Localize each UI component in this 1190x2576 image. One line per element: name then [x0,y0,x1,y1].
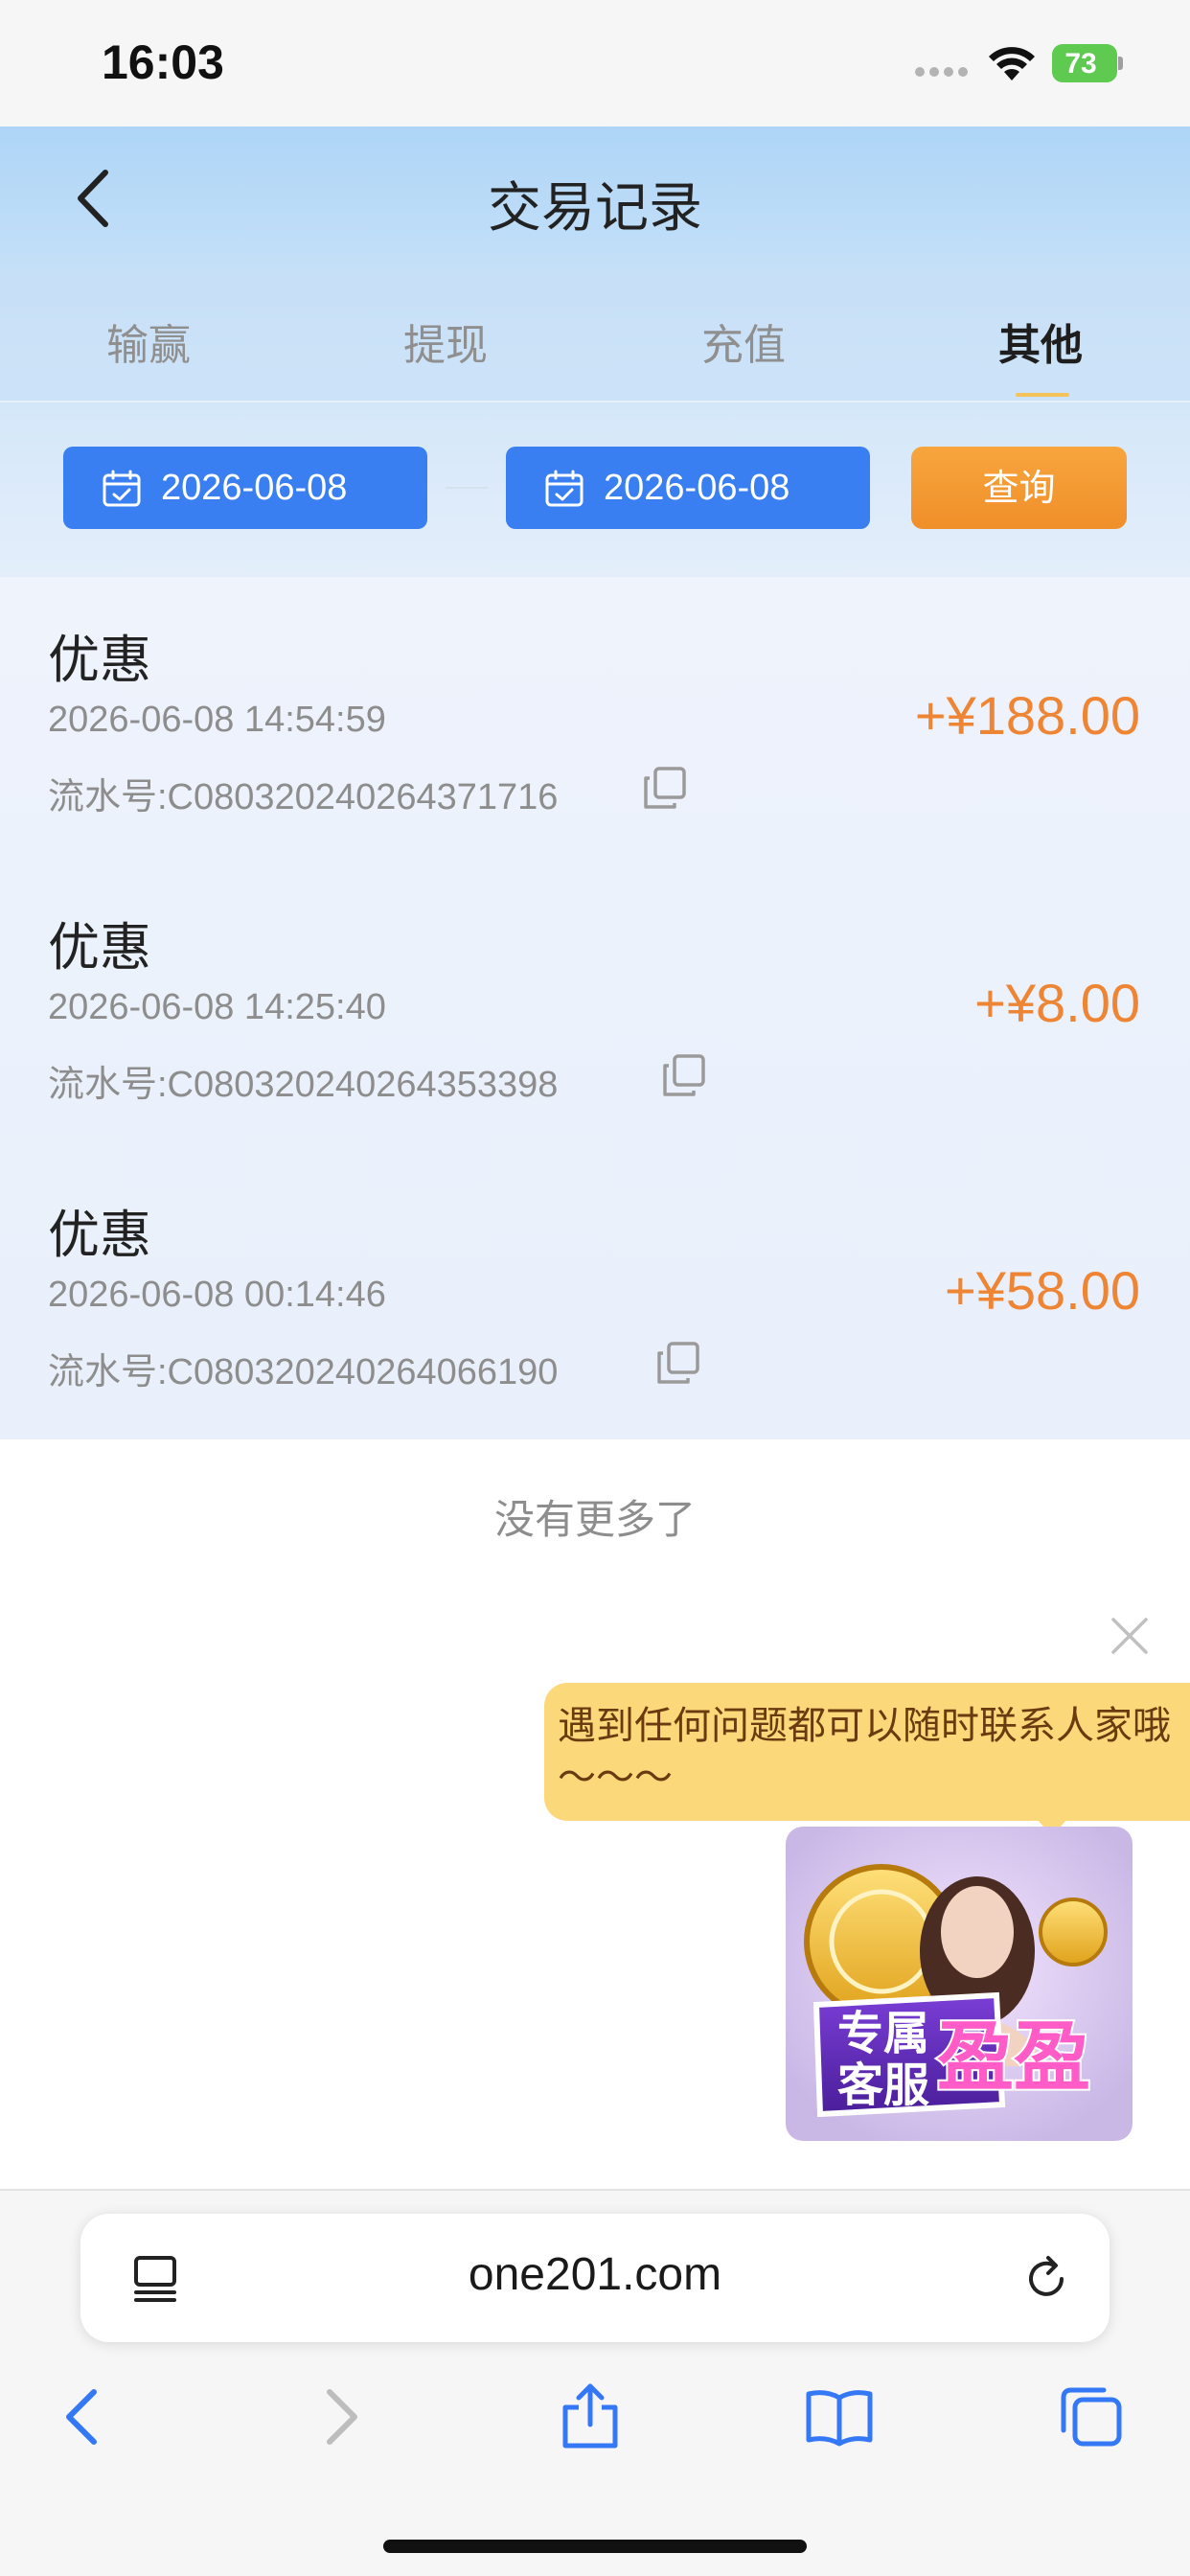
browser-forward-icon[interactable] [305,2382,374,2451]
end-date-value: 2026-06-08 [604,468,790,508]
list-item[interactable]: 优惠 2026-06-08 14:25:40 流水号:C080320240264… [0,864,1190,1152]
page: 16:03 73 交易记录 输赢 提现 充值 其他 2026-06-08 202… [0,0,1190,2576]
address-bar[interactable]: one201.com [80,2214,1110,2342]
tab-active-indicator [1016,393,1069,397]
record-serial: 流水号:C080320240264371716 [48,777,559,817]
query-button[interactable]: 查询 [911,447,1127,529]
record-time: 2026-06-08 00:14:46 [48,1275,386,1315]
record-time: 2026-06-08 14:25:40 [48,987,386,1027]
battery-level: 73 [1064,48,1097,80]
badge-text-line2: 客服 [837,2058,929,2112]
battery-icon: 73 [1052,44,1123,82]
copy-icon[interactable] [655,1340,701,1386]
browser-toolbar: one201.com [0,2189,1190,2576]
reload-icon[interactable] [1019,2252,1073,2306]
tab-other[interactable]: 其他 [897,310,1184,372]
record-amount: +¥58.00 [945,1260,1140,1321]
tab-withdraw[interactable]: 提现 [302,310,589,372]
browser-back-icon[interactable] [50,2382,119,2451]
record-time: 2026-06-08 14:54:59 [48,700,386,740]
share-icon[interactable] [556,2382,625,2451]
start-date-button[interactable]: 2026-06-08 [63,447,427,529]
end-of-list-text: 没有更多了 [493,1496,696,1543]
badge-text-line1: 专属 [837,2007,929,2060]
header: 交易记录 输赢 提现 充值 其他 2026-06-08 2026-06-08 查… [0,126,1190,577]
bookmarks-icon[interactable] [805,2382,874,2451]
tab-bar: 输赢 提现 充值 其他 [0,268,1190,402]
home-indicator [383,2540,807,2553]
record-serial: 流水号:C080320240264066190 [48,1352,559,1392]
record-serial: 流水号:C080320240264353398 [48,1065,559,1105]
record-list: 优惠 2026-06-08 14:54:59 流水号:C080320240264… [0,577,1190,1439]
cellular-signal-icon [915,67,973,79]
record-title: 优惠 [48,917,151,978]
calendar-icon [103,470,141,507]
start-date-value: 2026-06-08 [161,468,348,508]
calendar-icon [545,470,584,507]
copy-icon[interactable] [661,1052,707,1098]
list-item[interactable]: 优惠 2026-06-08 00:14:46 流水号:C080320240264… [0,1152,1190,1439]
record-title: 优惠 [48,1205,151,1265]
page-title: 交易记录 [488,177,702,240]
date-range-separator [446,487,488,489]
status-time: 16:03 [102,35,224,89]
agent-name: 盈盈 [937,2012,1090,2102]
copy-icon[interactable] [642,765,688,811]
record-title: 优惠 [48,630,151,690]
nav-bar: 交易记录 [0,126,1190,268]
close-icon[interactable] [1110,1616,1150,1656]
tab-win-loss[interactable]: 输赢 [5,310,292,372]
status-bar: 16:03 73 [0,0,1190,126]
tab-deposit[interactable]: 充值 [600,310,887,372]
customer-service-agent-badge[interactable]: 专属 客服 盈盈 [786,1827,1133,2141]
record-amount: +¥8.00 [974,973,1140,1033]
tabs-icon[interactable] [1056,2382,1125,2451]
list-item[interactable]: 优惠 2026-06-08 14:54:59 流水号:C080320240264… [0,577,1190,864]
wifi-icon [989,47,1035,80]
support-message-bubble[interactable]: 遇到任何问题都可以随时联系人家哦～～～ [544,1683,1190,1821]
date-filter: 2026-06-08 2026-06-08 查询 [0,402,1190,577]
record-amount: +¥188.00 [914,685,1140,746]
url-text: one201.com [468,2249,722,2300]
end-date-button[interactable]: 2026-06-08 [506,447,870,529]
